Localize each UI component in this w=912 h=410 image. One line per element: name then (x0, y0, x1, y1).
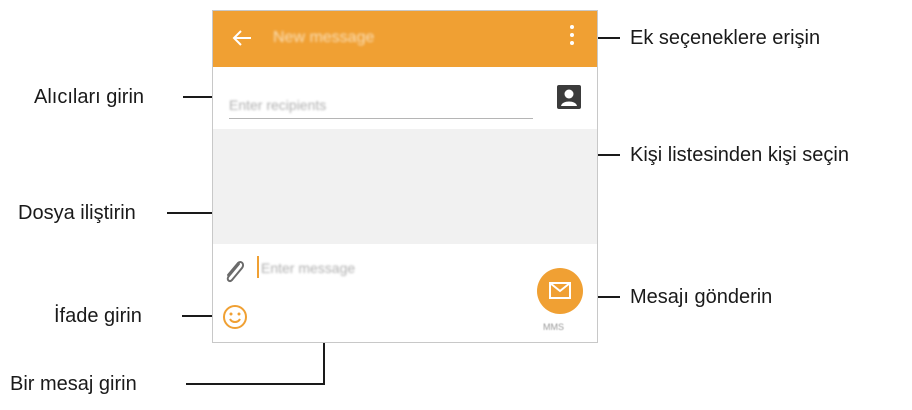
callout-select-contact: Kişi listesinden kişi seçin (630, 144, 849, 166)
page-title: New message (273, 29, 375, 46)
recipients-section: Enter recipients (213, 67, 597, 129)
message-input[interactable]: Enter message (261, 260, 355, 276)
more-options-icon[interactable] (569, 25, 575, 51)
callout-enter-emoticon: İfade girin (54, 305, 142, 327)
compose-bar: Enter message MMS (213, 244, 597, 342)
smiley-icon[interactable] (222, 304, 248, 330)
callout-enter-recipients: Alıcıları girin (34, 86, 145, 108)
callout-attach-file: Dosya iliştirin (18, 202, 136, 224)
message-cursor (257, 256, 259, 278)
callout-enter-message: Bir mesaj girin (10, 373, 137, 395)
send-label: MMS (543, 322, 564, 332)
recipients-input[interactable]: Enter recipients (229, 97, 529, 113)
send-button[interactable] (537, 268, 583, 314)
recipients-underline (229, 118, 533, 119)
app-bar: New message (213, 11, 597, 67)
paperclip-icon[interactable] (221, 256, 247, 286)
phone-screen: New message Enter recipients Enter messa… (212, 10, 598, 343)
callout-send-message: Mesajı gönderin (630, 286, 773, 308)
contact-icon[interactable] (557, 85, 581, 109)
send-envelope-icon (549, 282, 571, 299)
back-arrow-icon[interactable] (231, 27, 253, 49)
callout-more-options: Ek seçeneklere erişin (630, 27, 821, 49)
